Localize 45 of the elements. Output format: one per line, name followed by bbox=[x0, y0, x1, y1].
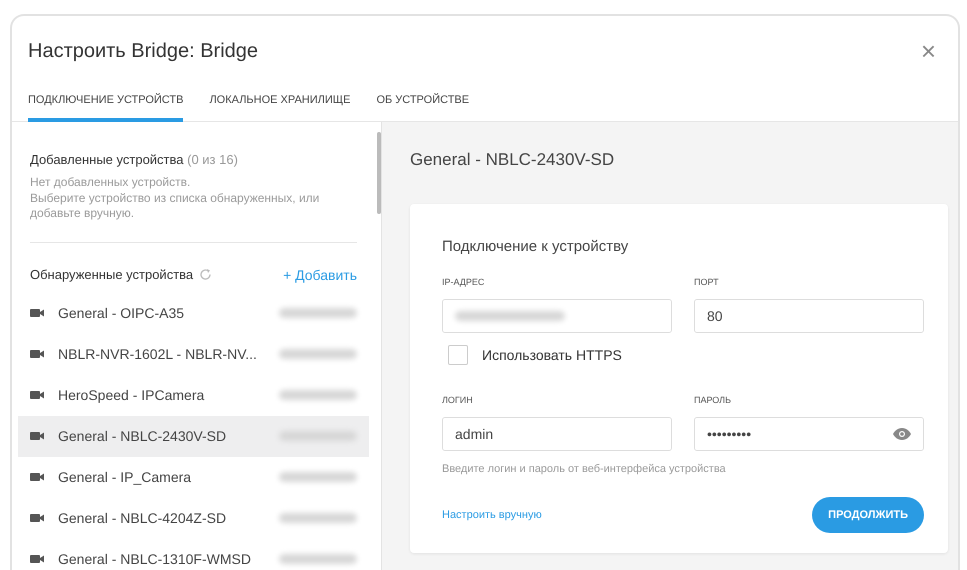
password-field[interactable]: ••••••••• bbox=[694, 417, 924, 451]
device-row[interactable]: HeroSpeed - IPCamera bbox=[18, 374, 369, 416]
scrollbar[interactable] bbox=[377, 132, 381, 214]
tab[interactable]: ПОДКЛЮЧЕНИЕ УСТРОЙСТВ bbox=[28, 94, 184, 122]
close-button[interactable]: × bbox=[916, 38, 940, 64]
device-title: General - NBLC-2430V-SD bbox=[410, 149, 616, 170]
field-label: ЛОГИН bbox=[442, 395, 474, 405]
device-name: General - NBLC-4204Z-SD bbox=[58, 510, 228, 526]
device-name: NBLR-NVR-1602L - NBLR-NV... bbox=[58, 346, 258, 362]
empty-message: Нет добавленных устройств. Выберите устройство из списка обнаруженных, или добавьте вручную. bbox=[29, 174, 320, 222]
video-camera-icon bbox=[30, 431, 44, 442]
device-row[interactable]: General - NBLC-2430V-SD bbox=[18, 416, 369, 457]
video-camera-icon bbox=[30, 349, 44, 360]
section-title: Добавленные устройства (0 из 16) bbox=[29, 151, 239, 167]
tab[interactable]: ЛОКАЛЬНОЕ ХРАНИЛИЩЕ bbox=[209, 94, 350, 122]
hint-text: Введите логин и пароль от веб-интерфейса устройства bbox=[442, 463, 727, 475]
video-camera-icon bbox=[30, 472, 44, 482]
device-name: HeroSpeed - IPCamera bbox=[58, 387, 206, 404]
device-name: General - NBLC-1310F-WMSD bbox=[58, 551, 252, 568]
input-field[interactable]: admin bbox=[442, 417, 672, 451]
checkbox-label: Использовать HTTPS bbox=[482, 347, 622, 363]
device-row[interactable]: NBLR-NVR-1602L - NBLR-NV... bbox=[18, 334, 369, 375]
video-camera-icon bbox=[30, 513, 44, 524]
device-row[interactable]: General - OIPC-A35 bbox=[18, 292, 369, 334]
device-name: General - IP_Camera bbox=[58, 469, 192, 486]
refresh-icon[interactable] bbox=[199, 268, 212, 282]
dialog-title: Настроить Bridge: Bridge bbox=[28, 40, 258, 62]
device-row[interactable]: General - NBLC-4204Z-SD bbox=[18, 498, 369, 539]
section-title: Обнаруженные устройства bbox=[30, 267, 194, 282]
device-row[interactable]: General - IP_Camera bbox=[18, 456, 369, 498]
field-label: ПОРТ bbox=[694, 277, 720, 287]
field-label: IP-АДРЕС bbox=[442, 277, 486, 287]
video-camera-icon bbox=[30, 390, 44, 400]
video-camera-icon bbox=[30, 308, 44, 318]
tab[interactable]: ОБ УСТРОЙСТВЕ bbox=[376, 94, 470, 122]
checkbox[interactable] bbox=[448, 345, 468, 365]
input-field[interactable] bbox=[442, 299, 672, 333]
device-name: General - NBLC-2430V-SD bbox=[58, 428, 228, 444]
device-name: General - OIPC-A35 bbox=[58, 305, 186, 322]
device-row[interactable]: General - NBLC-1310F-WMSD bbox=[18, 538, 369, 570]
field-label: ПАРОЛЬ bbox=[694, 395, 732, 405]
input-field[interactable]: 80 bbox=[694, 299, 924, 333]
card-title: Подключение к устройству bbox=[442, 238, 630, 255]
eye-icon[interactable] bbox=[893, 428, 911, 440]
video-camera-icon bbox=[30, 554, 44, 564]
